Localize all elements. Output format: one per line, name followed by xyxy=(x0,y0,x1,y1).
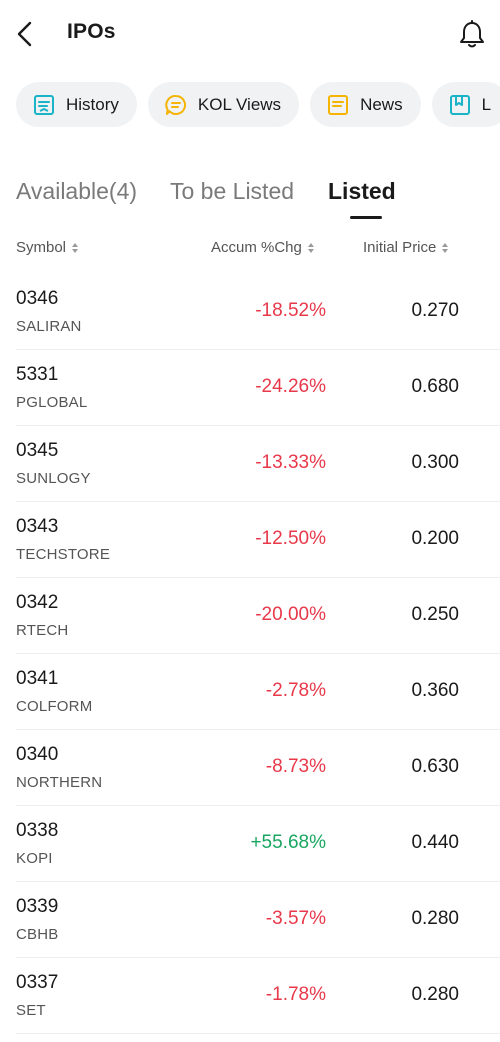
column-initial-price[interactable]: Initial Price xyxy=(363,239,449,256)
accum-change: -1.78% xyxy=(265,984,326,1005)
initial-price: 0.200 xyxy=(411,528,459,549)
notifications-button[interactable] xyxy=(455,18,489,52)
accum-change: -20.00% xyxy=(255,604,326,625)
table-row[interactable]: 0343 TECHSTORE -12.50% 0.200 xyxy=(16,502,500,578)
stock-name: NORTHERN xyxy=(16,774,103,791)
chat-bubble-icon xyxy=(165,94,187,116)
stock-code: 0338 xyxy=(16,820,59,841)
ipo-list: 0346 SALIRAN -18.52% 0.270 5331 PGLOBAL … xyxy=(0,274,500,1034)
accum-change: -3.57% xyxy=(265,908,326,929)
column-label: Symbol xyxy=(16,239,67,256)
tab-available[interactable]: Available(4) xyxy=(16,178,137,205)
news-icon xyxy=(327,94,349,116)
column-accum-chg[interactable]: Accum %Chg xyxy=(211,239,314,256)
active-tab-indicator xyxy=(350,216,382,219)
table-row[interactable]: 5331 PGLOBAL -24.26% 0.680 xyxy=(16,350,500,426)
stock-name: KOPI xyxy=(16,850,53,867)
table-row[interactable]: 0345 SUNLOGY -13.33% 0.300 xyxy=(16,426,500,502)
sort-icon xyxy=(307,242,314,253)
stock-code: 0337 xyxy=(16,972,59,993)
bookmark-icon xyxy=(449,94,471,116)
tab-listed[interactable]: Listed xyxy=(328,178,396,205)
chip-label: KOL Views xyxy=(197,94,282,114)
accum-change: -24.26% xyxy=(255,376,326,397)
column-label: Initial Price xyxy=(363,239,437,256)
table-row[interactable]: 0339 CBHB -3.57% 0.280 xyxy=(16,882,500,958)
stock-code: 0346 xyxy=(16,288,59,309)
chip-kol-views[interactable]: KOL Views xyxy=(147,82,300,127)
stock-name: PGLOBAL xyxy=(16,394,88,411)
stock-name: SET xyxy=(16,1002,46,1019)
back-button[interactable] xyxy=(10,18,40,50)
chevron-left-icon xyxy=(17,21,32,47)
accum-change: -18.52% xyxy=(255,300,326,321)
sort-icon xyxy=(72,242,79,253)
table-header: Symbol Accum %Chg Initial Price xyxy=(0,239,500,263)
ipo-tabs: Available(4) To be Listed Listed xyxy=(16,178,500,222)
stock-name: CBHB xyxy=(16,926,59,943)
stock-name: RTECH xyxy=(16,622,69,639)
accum-change: -8.73% xyxy=(265,756,326,777)
stock-code: 0342 xyxy=(16,592,59,613)
accum-change: -12.50% xyxy=(255,528,326,549)
stock-code: 0339 xyxy=(16,896,59,917)
accum-change: -2.78% xyxy=(265,680,326,701)
top-bar: IPOs xyxy=(0,0,500,68)
page-title: IPOs xyxy=(67,20,116,43)
column-label: Accum %Chg xyxy=(211,239,302,256)
stock-name: COLFORM xyxy=(16,698,93,715)
stock-code: 0341 xyxy=(16,668,59,689)
initial-price: 0.280 xyxy=(411,984,459,1005)
history-icon xyxy=(33,94,55,116)
column-symbol[interactable]: Symbol xyxy=(16,239,79,256)
table-row[interactable]: 0340 NORTHERN -8.73% 0.630 xyxy=(16,730,500,806)
stock-code: 0340 xyxy=(16,744,59,765)
stock-name: TECHSTORE xyxy=(16,546,111,563)
table-row[interactable]: 0342 RTECH -20.00% 0.250 xyxy=(16,578,500,654)
initial-price: 0.680 xyxy=(411,376,459,397)
chip-label: History xyxy=(66,94,119,114)
table-row[interactable]: 0346 SALIRAN -18.52% 0.270 xyxy=(16,274,500,350)
chip-label: L xyxy=(481,94,492,114)
initial-price: 0.440 xyxy=(411,832,459,853)
accum-change: +55.68% xyxy=(250,832,326,853)
stock-name: SALIRAN xyxy=(16,318,82,335)
initial-price: 0.280 xyxy=(411,908,459,929)
stock-name: SUNLOGY xyxy=(16,470,91,487)
chip-news[interactable]: News xyxy=(310,82,421,127)
initial-price: 0.630 xyxy=(411,756,459,777)
stock-code: 0343 xyxy=(16,516,59,537)
quick-links-bar: History KOL Views News L xyxy=(16,82,500,128)
table-row[interactable]: 0338 KOPI +55.68% 0.440 xyxy=(16,806,500,882)
chip-partial[interactable]: L xyxy=(431,82,500,127)
bell-icon xyxy=(460,20,484,48)
initial-price: 0.270 xyxy=(411,300,459,321)
stock-code: 0345 xyxy=(16,440,59,461)
tab-to-be-listed[interactable]: To be Listed xyxy=(170,178,294,205)
table-row[interactable]: 0337 SET -1.78% 0.280 xyxy=(16,958,500,1034)
chip-label: News xyxy=(360,94,403,114)
initial-price: 0.250 xyxy=(411,604,459,625)
chip-history[interactable]: History xyxy=(16,82,137,127)
table-row[interactable]: 0341 COLFORM -2.78% 0.360 xyxy=(16,654,500,730)
sort-icon xyxy=(442,242,449,253)
accum-change: -13.33% xyxy=(255,452,326,473)
stock-code: 5331 xyxy=(16,364,59,385)
initial-price: 0.300 xyxy=(411,452,459,473)
initial-price: 0.360 xyxy=(411,680,459,701)
